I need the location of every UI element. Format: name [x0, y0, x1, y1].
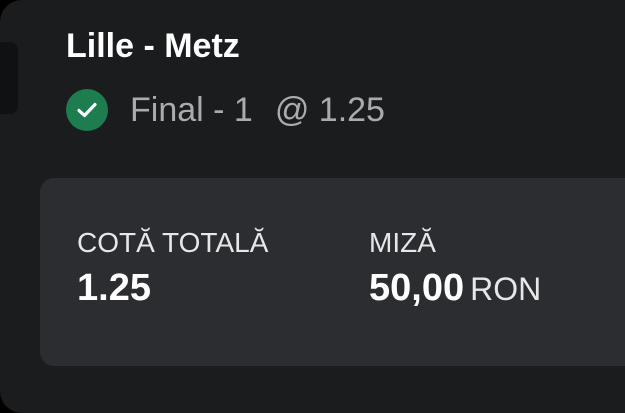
total-odds-value: 1.25 [77, 267, 151, 309]
stake-currency: RON [470, 271, 542, 307]
selection-row: Final - 1 @ 1.25 [66, 88, 385, 132]
match-title: Lille - Metz [66, 27, 240, 65]
stake-block: MIZĂ 50,00 RON [369, 226, 541, 311]
card-side-tab [0, 42, 18, 114]
check-circle-icon [66, 89, 108, 131]
bet-card: Lille - Metz Final - 1 @ 1.25 COTĂ TOTAL… [0, 0, 625, 413]
stake-value: 50,00 [369, 267, 465, 309]
stake-amount: 50,00 RON [369, 266, 541, 311]
bet-summary: COTĂ TOTALĂ 1.25 MIZĂ 50,00 RON [40, 178, 625, 366]
total-odds-block: COTĂ TOTALĂ 1.25 [77, 226, 268, 310]
total-odds-label: COTĂ TOTALĂ [77, 227, 269, 258]
selection-odds: @ 1.25 [274, 91, 385, 129]
selection-label: Final - 1 [130, 91, 253, 129]
stake-label: MIZĂ [369, 227, 436, 258]
